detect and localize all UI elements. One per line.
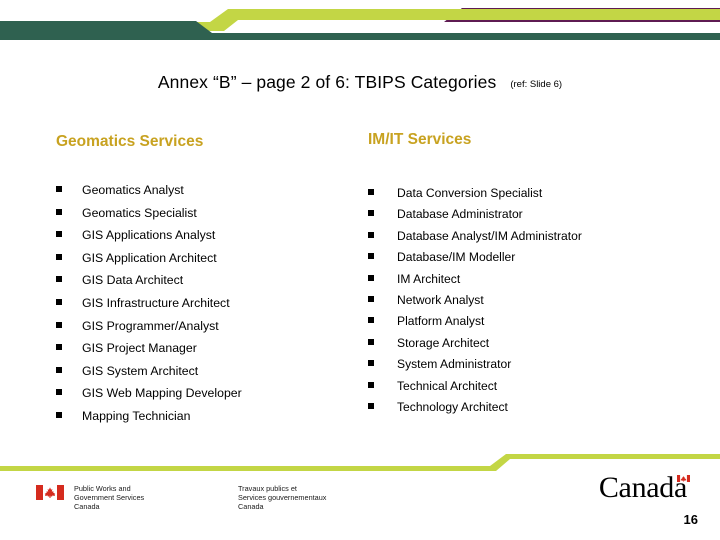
square-bullet-icon	[56, 344, 62, 351]
square-bullet-icon	[368, 338, 374, 345]
square-bullet-icon	[368, 253, 374, 260]
list-item-label: Technical Architect	[397, 378, 498, 393]
list-item: Database Administrator	[368, 204, 698, 225]
page-number: 16	[683, 512, 698, 527]
canada-flag-icon-small	[677, 475, 690, 482]
page-title-reference: (ref: Slide 6)	[510, 79, 563, 90]
dept-fr-line-3: Canada	[238, 502, 264, 512]
square-bullet-icon	[56, 186, 62, 192]
canada-wordmark: Canada	[599, 473, 700, 503]
list-item: Platform Analyst	[368, 311, 698, 332]
list-item: GIS Data Architect	[56, 269, 356, 292]
list-item-label: GIS Application Architect	[82, 250, 217, 265]
canada-wordmark-text: Canada	[598, 471, 687, 504]
list-item: Network Analyst	[368, 290, 698, 311]
header-lime-band	[0, 9, 720, 31]
list-item-label: Data Conversion Specialist	[397, 186, 543, 200]
pwgsc-signature: Public Works and Government Services Can…	[36, 484, 326, 512]
dept-en-line-3: Canada	[74, 502, 100, 512]
list-item-label: Mapping Technician	[82, 408, 191, 423]
dept-en-line-1: Public Works and	[74, 484, 131, 493]
list-item: GIS Project Manager	[56, 337, 356, 360]
header-green-band	[0, 21, 720, 40]
page-title: Annex “B” – page 2 of 6: TBIPS Categorie…	[157, 72, 497, 92]
dept-fr-line-2: Services gouvernementaux	[238, 493, 327, 503]
list-item-label: GIS Programmer/Analyst	[82, 318, 219, 333]
list-item-label: GIS Data Architect	[82, 273, 184, 288]
square-bullet-icon	[368, 210, 374, 217]
list-item-label: Storage Architect	[397, 335, 490, 350]
square-bullet-icon	[56, 231, 62, 238]
dept-fr-line-1: Travaux publics et	[238, 484, 297, 493]
square-bullet-icon	[368, 274, 374, 281]
square-bullet-icon	[56, 298, 62, 305]
category-list-imit: Data Conversion Specialist Database Admi…	[368, 183, 698, 418]
column-im-it-services: IM/IT Services Data Conversion Specialis…	[368, 131, 698, 418]
list-item: Technology Architect	[368, 397, 698, 418]
list-item-label: IM Architect	[397, 271, 461, 286]
square-bullet-icon	[368, 189, 374, 195]
list-item-label: Database Administrator	[397, 207, 523, 222]
footer-lime-line	[0, 454, 720, 471]
square-bullet-icon	[368, 231, 374, 238]
column-heading: IM/IT Services	[368, 131, 472, 148]
square-bullet-icon	[56, 389, 62, 396]
square-bullet-icon	[56, 276, 62, 283]
list-item: GIS Applications Analyst	[56, 224, 356, 247]
list-item-label: Platform Analyst	[397, 314, 485, 329]
list-item-label: System Administrator	[397, 357, 512, 372]
list-item: GIS Application Architect	[56, 247, 356, 270]
list-item-label: GIS System Architect	[82, 363, 199, 378]
list-item-label: Database/IM Modeller	[397, 250, 516, 265]
list-item: Geomatics Specialist	[56, 202, 356, 225]
list-item: Technical Architect	[368, 376, 698, 397]
square-bullet-icon	[56, 366, 62, 373]
header-decoration	[0, 8, 720, 40]
department-name-english: Public Works and Government Services Can…	[74, 484, 170, 512]
square-bullet-icon	[368, 381, 374, 388]
square-bullet-icon	[368, 402, 374, 409]
list-item-label: GIS Web Mapping Developer	[82, 386, 242, 401]
square-bullet-icon	[368, 295, 374, 302]
list-item: Database/IM Modeller	[368, 247, 698, 268]
category-list-geomatics: Geomatics Analyst Geomatics Specialist G…	[56, 179, 356, 428]
square-bullet-icon	[56, 411, 62, 418]
list-item: System Administrator	[368, 354, 698, 375]
square-bullet-icon	[56, 253, 62, 260]
list-item: Geomatics Analyst	[56, 179, 356, 202]
list-item: GIS Programmer/Analyst	[56, 315, 356, 338]
list-item-label: Technology Architect	[397, 399, 508, 414]
list-item: Mapping Technician	[56, 405, 356, 428]
list-item: Data Conversion Specialist	[368, 183, 698, 204]
square-bullet-icon	[56, 321, 62, 328]
square-bullet-icon	[368, 360, 374, 367]
list-item-label: GIS Project Manager	[82, 341, 197, 356]
header-purple-band	[444, 8, 720, 22]
list-item-label: Database Analyst/IM Administrator	[397, 228, 582, 243]
list-item-label: Geomatics Analyst	[82, 183, 184, 197]
list-item-label: GIS Applications Analyst	[82, 228, 216, 243]
list-item-label: GIS Infrastructure Architect	[82, 295, 230, 310]
list-item: GIS System Architect	[56, 360, 356, 383]
canada-flag-icon	[36, 485, 64, 500]
column-heading: Geomatics Services	[56, 133, 204, 150]
list-item: GIS Infrastructure Architect	[56, 292, 356, 315]
list-item-label: Network Analyst	[397, 292, 484, 307]
slide-canvas: Annex “B” – page 2 of 6: TBIPS Categorie…	[0, 0, 720, 540]
column-geomatics-services: Geomatics Services Geomatics Analyst Geo…	[56, 132, 356, 428]
list-item: Database Analyst/IM Administrator	[368, 226, 698, 247]
list-item-label: Geomatics Specialist	[82, 205, 197, 220]
slide-title: Annex “B” – page 2 of 6: TBIPS Categorie…	[0, 72, 720, 93]
dept-en-line-2: Government Services	[74, 493, 145, 503]
list-item: GIS Web Mapping Developer	[56, 382, 356, 405]
square-bullet-icon	[56, 208, 62, 215]
department-name-french: Travaux publics et Services gouvernement…	[238, 484, 326, 512]
square-bullet-icon	[368, 317, 374, 324]
list-item: Storage Architect	[368, 333, 698, 354]
list-item: IM Architect	[368, 269, 698, 290]
